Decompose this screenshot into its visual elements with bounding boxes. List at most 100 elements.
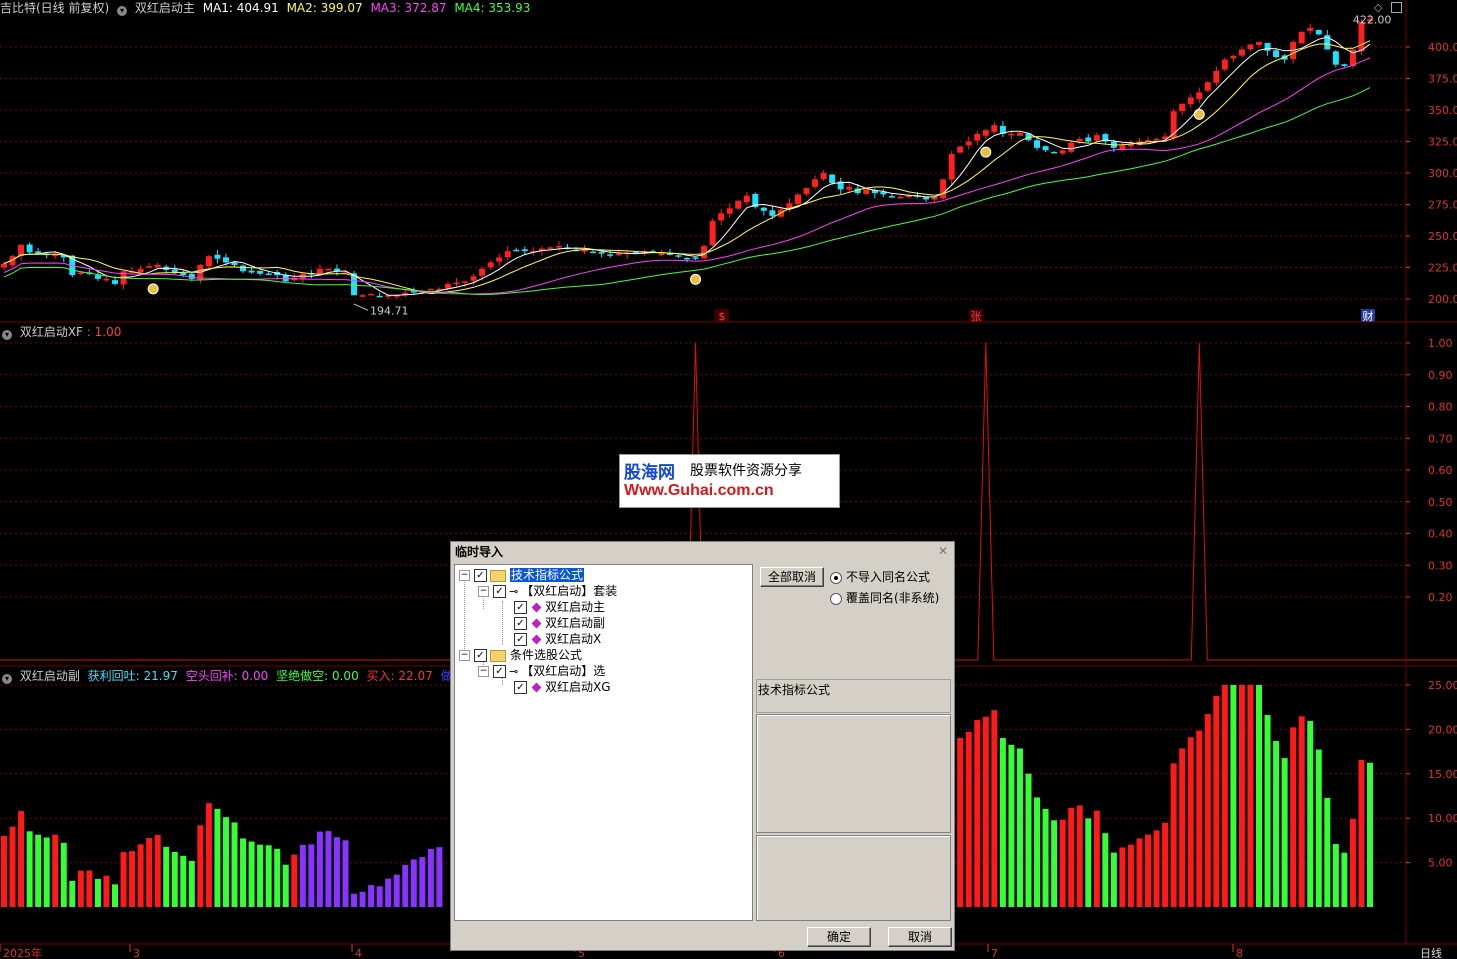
- collapse-icon[interactable]: ▾: [2, 674, 12, 684]
- tree-item[interactable]: ✓ 双红启动XG: [514, 679, 611, 695]
- histogram-bar: [1085, 818, 1092, 907]
- radio-overwrite[interactable]: 覆盖同名(非系统): [830, 590, 939, 606]
- candle-body: [991, 125, 998, 132]
- checkbox[interactable]: ✓: [514, 617, 527, 630]
- collapse-icon[interactable]: ▾: [117, 6, 128, 16]
- histogram-bar: [342, 840, 349, 907]
- histogram-bar: [1307, 720, 1314, 907]
- candle-body: [1008, 133, 1015, 136]
- candle-body: [248, 270, 255, 273]
- candle-body: [1238, 49, 1245, 56]
- candle-body: [735, 200, 742, 209]
- tree-group-suite[interactable]: − ✓ ⊸ 【双红启动】套装: [478, 583, 617, 599]
- radio-skip-duplicates[interactable]: 不导入同名公式: [830, 569, 930, 585]
- cancel-all-button[interactable]: 全部取消: [760, 567, 824, 587]
- x-axis-label: 8: [1236, 947, 1243, 959]
- candle-body: [897, 196, 904, 199]
- histogram-bar: [52, 834, 59, 907]
- candle-body: [1187, 97, 1194, 104]
- candle-body: [718, 213, 725, 221]
- tree-group-screener[interactable]: − ✓ ⊸ 【双红启动】选: [478, 663, 605, 679]
- candle-body: [743, 195, 750, 203]
- collapse-toggle-icon[interactable]: −: [459, 570, 470, 581]
- ok-button[interactable]: 确定: [807, 927, 871, 947]
- histogram-bar: [129, 851, 136, 907]
- histogram-bar: [1110, 852, 1117, 907]
- histogram-bar: [1332, 844, 1339, 907]
- description-box: [756, 714, 951, 833]
- candle-body: [325, 268, 332, 271]
- folder-icon: [490, 649, 506, 662]
- checkbox[interactable]: ✓: [514, 681, 527, 694]
- histogram-bar: [154, 834, 161, 907]
- cancel-button[interactable]: 取消: [888, 927, 952, 947]
- candle-body: [1093, 135, 1100, 141]
- price-tick-label: 275.0: [1428, 199, 1457, 212]
- diamond-icon[interactable]: ◇: [1374, 1, 1382, 14]
- tree-item[interactable]: ✓ 双红启动X: [514, 631, 601, 647]
- candle-body: [957, 146, 964, 153]
- folder-icon: [490, 569, 506, 582]
- radio-selected-icon[interactable]: [830, 571, 842, 584]
- checkbox[interactable]: ✓: [493, 665, 506, 678]
- candle-body: [590, 251, 597, 254]
- checkbox[interactable]: ✓: [474, 649, 487, 662]
- close-icon[interactable]: ✕: [937, 545, 949, 557]
- histogram-bar: [69, 880, 76, 907]
- tree-root-screeners[interactable]: − ✓ 条件选股公式: [459, 647, 582, 663]
- candle-body: [1273, 50, 1280, 58]
- coin-signal-icon: [690, 273, 702, 285]
- collapse-toggle-icon[interactable]: −: [459, 650, 470, 661]
- checkbox[interactable]: ✓: [474, 569, 487, 582]
- checkbox[interactable]: ✓: [493, 585, 506, 598]
- formula-icon: [531, 682, 542, 693]
- histogram-bar: [1170, 763, 1177, 907]
- candle-body: [1264, 42, 1271, 51]
- formula-tree[interactable]: − ✓ 技术指标公式 − ✓ ⊸ 【双红启动】套装 ✓ 双红启动主 ✓ 双红启动副 ✓ 双红启动…: [454, 564, 753, 921]
- candle-body: [1196, 92, 1203, 99]
- candle-body: [1204, 82, 1211, 91]
- histogram-bar: [1358, 759, 1365, 907]
- candle-body: [1341, 64, 1348, 66]
- candle-body: [265, 273, 272, 275]
- collapse-toggle-icon[interactable]: −: [478, 586, 489, 597]
- x-axis-label: 3: [133, 947, 140, 959]
- candle-body: [1179, 103, 1186, 112]
- checkbox[interactable]: ✓: [514, 633, 527, 646]
- histogram-bar: [1341, 852, 1348, 907]
- dialog-title: 临时导入: [451, 542, 954, 562]
- histogram-bar: [282, 864, 289, 907]
- histogram-bar: [1076, 805, 1083, 907]
- histogram-bar: [26, 831, 33, 907]
- histogram-bar: [1290, 727, 1297, 907]
- xf-tick-label: 0.90: [1428, 369, 1453, 382]
- tree-root-indicators[interactable]: − ✓ 技术指标公式: [459, 567, 585, 583]
- formula-icon: [531, 602, 542, 613]
- tree-item[interactable]: ✓ 双红启动副: [514, 615, 605, 631]
- candle-body: [1307, 28, 1314, 31]
- histogram-bar: [180, 855, 187, 907]
- histogram-bar: [1102, 833, 1109, 907]
- sub-tick-label: 20.00: [1428, 723, 1457, 736]
- histogram-bar: [265, 845, 272, 907]
- candle-body: [1034, 140, 1041, 148]
- collapse-icon[interactable]: ▾: [2, 330, 12, 340]
- radio-label: 不导入同名公式: [846, 570, 931, 584]
- histogram-bar: [197, 825, 204, 907]
- tree-item[interactable]: ✓ 双红启动主: [514, 599, 605, 615]
- histogram-bar: [1213, 695, 1220, 907]
- event-marker: 张: [971, 310, 982, 323]
- candle-body: [863, 189, 870, 195]
- checkbox[interactable]: ✓: [514, 601, 527, 614]
- candle-body: [803, 188, 810, 195]
- radio-unselected-icon[interactable]: [830, 592, 842, 605]
- candle-body: [974, 133, 981, 141]
- ma3-value: MA3: 372.87: [370, 1, 447, 15]
- candle-body: [684, 257, 690, 260]
- collapse-toggle-icon[interactable]: −: [478, 666, 489, 677]
- candle-body: [829, 174, 836, 184]
- candle-body: [615, 253, 622, 256]
- candle-body: [94, 275, 101, 279]
- window-toggle-icon[interactable]: [1391, 2, 1402, 13]
- watermark-brand: 股海网: [624, 463, 675, 483]
